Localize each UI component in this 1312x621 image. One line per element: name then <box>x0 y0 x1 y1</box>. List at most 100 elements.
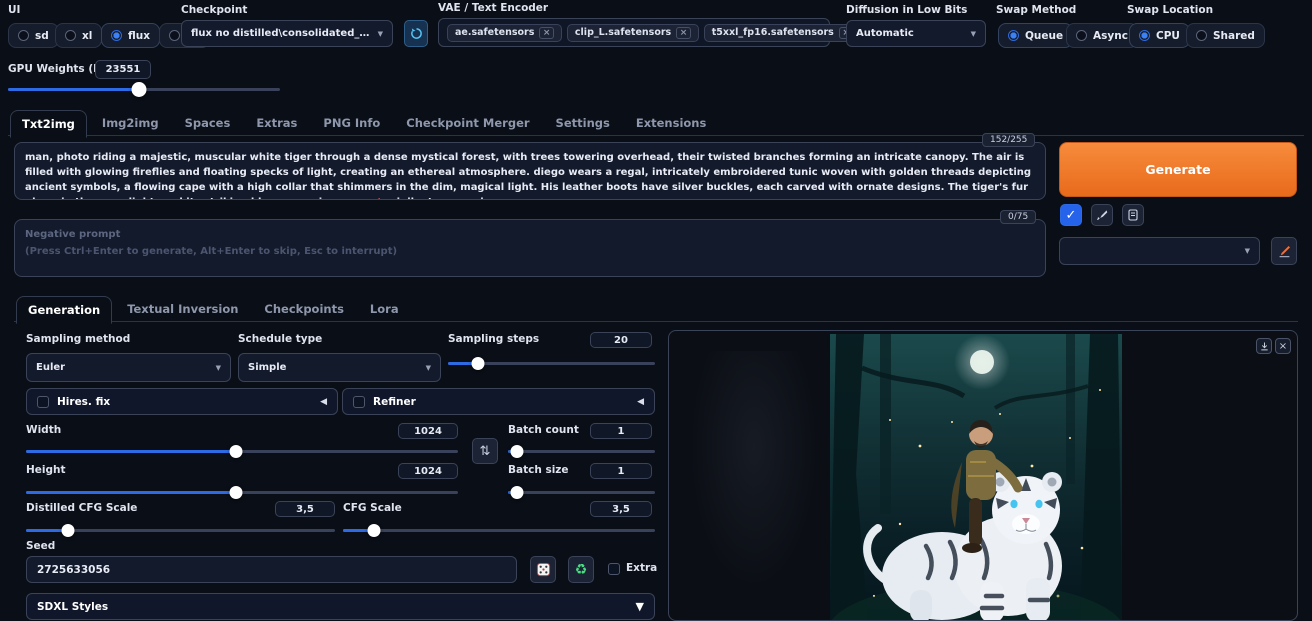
slider-thumb[interactable] <box>229 486 243 499</box>
close-icon: × <box>1278 340 1288 352</box>
distilled-cfg-value[interactable]: 3,5 <box>275 501 335 517</box>
ui-option-xl[interactable]: xl <box>55 23 103 48</box>
schedule-type-dropdown[interactable]: Simple ▼ <box>238 353 441 382</box>
tab-generation[interactable]: Generation <box>16 296 113 324</box>
slider-track <box>508 450 655 453</box>
seed-label: Seed <box>26 540 56 552</box>
slider-thumb[interactable] <box>367 524 381 537</box>
vae-token[interactable]: ae.safetensors × <box>447 23 562 42</box>
prompt-input[interactable]: man, photo riding a majestic, muscular w… <box>14 142 1046 200</box>
seed-input[interactable] <box>26 556 517 583</box>
refiner-accordion[interactable]: Refiner ◀ <box>342 388 655 415</box>
notepad-icon <box>1128 209 1138 221</box>
height-slider[interactable] <box>26 485 458 499</box>
slider-track <box>508 491 655 494</box>
hires-fix-checkbox[interactable] <box>37 395 49 408</box>
tab-png-info[interactable]: PNG Info <box>312 110 391 138</box>
close-image-button[interactable]: × <box>1275 338 1291 354</box>
slider-fill <box>26 491 236 494</box>
edit-styles-button[interactable] <box>1271 237 1297 265</box>
tab-img2img[interactable]: Img2img <box>91 110 170 138</box>
notepad-button[interactable] <box>1122 204 1144 226</box>
remove-token-icon[interactable]: × <box>676 26 691 39</box>
expand-icon[interactable]: ▼ <box>636 600 644 613</box>
gen-tab-bar: Generation Textual Inversion Checkpoints… <box>16 296 410 324</box>
ui-label: UI <box>8 4 21 16</box>
tab-txt2img[interactable]: Txt2img <box>10 110 87 138</box>
batch-size-slider[interactable] <box>508 485 655 499</box>
width-value[interactable]: 1024 <box>398 423 458 439</box>
remove-token-icon[interactable]: × <box>539 26 554 39</box>
toggle-checked-button[interactable]: ✓ <box>1060 204 1082 226</box>
slider-thumb[interactable] <box>61 524 75 537</box>
paintbrush-button[interactable] <box>1091 204 1113 226</box>
random-seed-button[interactable] <box>530 556 556 583</box>
sampling-method-dropdown[interactable]: Euler ▼ <box>26 353 231 382</box>
radio-icon <box>1076 30 1087 41</box>
tab-textual-inversion[interactable]: Textual Inversion <box>116 296 249 324</box>
negative-prompt-input[interactable]: Negative prompt (Press Ctrl+Enter to gen… <box>14 219 1046 277</box>
gpu-weights-value[interactable]: 23551 <box>95 60 151 79</box>
sampling-steps-slider[interactable] <box>448 356 655 370</box>
ui-option-sd[interactable]: sd <box>8 23 59 48</box>
collapse-icon[interactable]: ◀ <box>320 397 327 407</box>
distilled-cfg-slider[interactable] <box>26 523 335 537</box>
slider-thumb[interactable] <box>510 486 524 499</box>
tab-extras[interactable]: Extras <box>245 110 308 138</box>
vae-token[interactable]: clip_L.safetensors × <box>566 23 699 42</box>
slider-thumb[interactable] <box>229 445 243 458</box>
refresh-icon <box>410 28 422 39</box>
sampling-steps-value[interactable]: 20 <box>590 332 652 348</box>
swap-method-async[interactable]: Async <box>1066 23 1138 48</box>
sampling-method-value: Euler <box>36 362 66 373</box>
hires-fix-accordion[interactable]: Hires. fix ◀ <box>26 388 338 415</box>
slider-thumb[interactable] <box>131 82 147 97</box>
tab-checkpoint-merger[interactable]: Checkpoint Merger <box>395 110 540 138</box>
cfg-scale-value[interactable]: 3,5 <box>590 501 652 517</box>
prompt-highlighted-word: mans's <box>347 197 386 199</box>
gpu-weights-slider[interactable] <box>8 82 280 97</box>
styles-dropdown[interactable]: ▼ <box>1059 237 1260 265</box>
tab-extensions[interactable]: Extensions <box>625 110 717 138</box>
radio-icon <box>169 30 180 41</box>
reuse-seed-button[interactable]: ♻ <box>568 556 594 583</box>
swap-location-cpu[interactable]: CPU <box>1129 23 1190 48</box>
checkpoint-label: Checkpoint <box>181 4 248 16</box>
download-image-button[interactable] <box>1256 338 1272 354</box>
swap-location-shared[interactable]: Shared <box>1186 23 1265 48</box>
extra-seed-label: Extra <box>626 562 658 574</box>
hires-fix-label: Hires. fix <box>57 395 111 408</box>
generated-image[interactable] <box>830 334 1122 621</box>
generate-button[interactable]: Generate <box>1059 142 1297 197</box>
swap-dimensions-button[interactable]: ⇅ <box>472 438 498 464</box>
swap-method-queue[interactable]: Queue <box>998 23 1074 48</box>
slider-thumb[interactable] <box>471 357 485 370</box>
refiner-checkbox[interactable] <box>353 395 365 408</box>
tab-spaces[interactable]: Spaces <box>174 110 242 138</box>
batch-count-slider[interactable] <box>508 444 655 458</box>
batch-size-value[interactable]: 1 <box>590 463 652 479</box>
tab-settings[interactable]: Settings <box>545 110 621 138</box>
width-slider[interactable] <box>26 444 458 458</box>
collapse-icon[interactable]: ◀ <box>637 397 644 407</box>
vae-token[interactable]: t5xxl_fp16.safetensors × <box>703 23 862 42</box>
sdxl-styles-accordion[interactable]: SDXL Styles ▼ <box>26 593 655 620</box>
tab-lora[interactable]: Lora <box>359 296 410 324</box>
tab-checkpoints[interactable]: Checkpoints <box>253 296 355 324</box>
checkpoint-dropdown[interactable]: flux no distilled\consolidated_s6700_fp8… <box>181 20 393 47</box>
radio-icon <box>65 30 76 41</box>
image-toolbar: × <box>1256 338 1291 354</box>
radio-icon <box>1196 30 1207 41</box>
vae-token-field[interactable]: ae.safetensors × clip_L.safetensors × t5… <box>438 18 886 47</box>
cfg-scale-slider[interactable] <box>343 523 655 537</box>
chevron-down-icon: ▼ <box>1244 247 1250 255</box>
batch-count-value[interactable]: 1 <box>590 423 652 439</box>
checkpoint-refresh-button[interactable] <box>404 20 428 47</box>
height-value[interactable]: 1024 <box>398 463 458 479</box>
low-bits-dropdown[interactable]: Automatic ▼ <box>846 20 986 47</box>
extra-seed-checkbox[interactable] <box>608 563 620 575</box>
tab-underline <box>8 135 1304 136</box>
batch-size-label: Batch size <box>508 464 569 476</box>
slider-thumb[interactable] <box>510 445 524 458</box>
ui-option-flux[interactable]: flux <box>101 23 161 48</box>
